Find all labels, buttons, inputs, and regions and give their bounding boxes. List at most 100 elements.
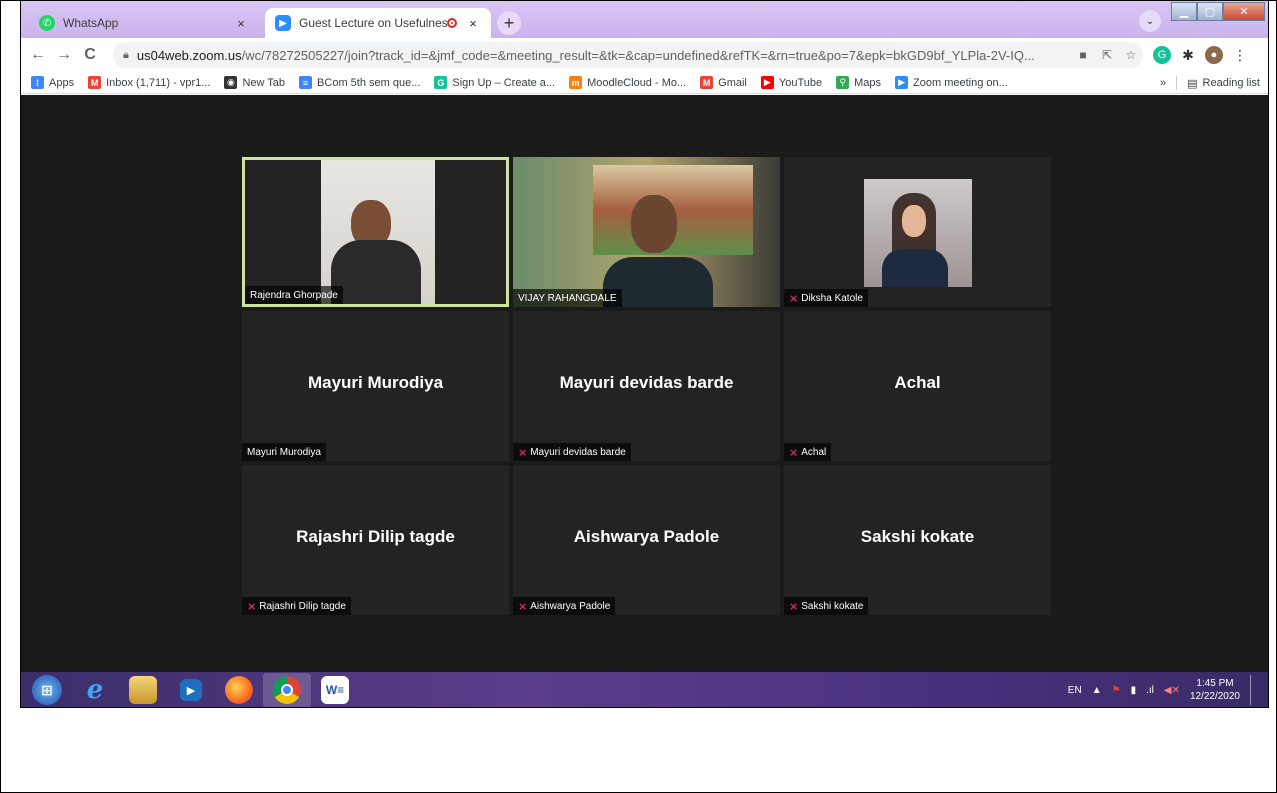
- participant-name-tag: ⨯ Diksha Katole: [784, 289, 868, 307]
- participant-tile[interactable]: Mayuri Murodiya Mayuri Murodiya: [242, 311, 509, 461]
- reading-list-icon: ▤: [1187, 77, 1198, 90]
- taskbar-media-player[interactable]: ▶: [167, 673, 215, 707]
- tab-close-icon[interactable]: ×: [233, 16, 249, 31]
- bookmark-star-icon[interactable]: ☆: [1119, 48, 1143, 62]
- bookmark-7[interactable]: ▶ YouTube: [760, 76, 823, 89]
- new-tab-button[interactable]: +: [497, 11, 521, 35]
- participant-tile[interactable]: Rajashri Dilip tagde ⨯ Rajashri Dilip tagd…: [242, 465, 509, 615]
- start-button[interactable]: ⊞: [23, 673, 71, 707]
- bookmark-label: Sign Up – Create a...: [452, 76, 556, 89]
- bookmarks-bar: ⁞ Apps M Inbox (1,711) - vpr1... ◉ New Tab ≡ BC…: [21, 72, 1268, 94]
- forward-icon[interactable]: →: [51, 46, 77, 64]
- clock-time: 1:45 PM: [1196, 678, 1234, 689]
- url-host: us04web.zoom.us: [136, 47, 242, 63]
- participant-name: Diksha Katole: [801, 292, 863, 304]
- bookmark-9[interactable]: ▶ Zoom meeting on...: [895, 76, 1008, 89]
- tab-title: Guest Lecture on Usefulness: [299, 16, 447, 30]
- bookmark-4[interactable]: G Sign Up – Create a...: [434, 76, 555, 89]
- show-desktop-button[interactable]: [1250, 675, 1256, 705]
- start-orb-icon: ⊞: [32, 675, 62, 705]
- tab-zoom-meeting[interactable]: ▶ Guest Lecture on Usefulness ×: [265, 8, 491, 38]
- bookmark-label: YouTube: [778, 76, 823, 89]
- participant-name-tag: VIJAY RAHANGDALE: [513, 289, 622, 307]
- participant-display-name: Sakshi kokate: [860, 527, 975, 546]
- tab-close-icon[interactable]: ×: [465, 16, 481, 31]
- volume-muted-icon[interactable]: ◀✕: [1164, 685, 1180, 696]
- taskbar-ie[interactable]: e: [71, 673, 119, 707]
- mic-muted-icon: ⨯: [518, 446, 528, 459]
- participant-tile[interactable]: ⨯ Diksha Katole: [784, 157, 1051, 307]
- maps-icon: ⚲: [836, 76, 850, 89]
- menu-kebab-icon[interactable]: ⋮: [1231, 46, 1249, 64]
- media-player-icon: ▶: [180, 679, 202, 701]
- mic-muted-icon: ⨯: [247, 600, 257, 613]
- gmail-icon: M: [700, 76, 714, 89]
- word-icon: W≡: [321, 676, 349, 704]
- participant-tile[interactable]: Rajendra Ghorpade: [242, 157, 509, 307]
- participant-tile[interactable]: Mayuri devidas barde ⨯ Mayuri devidas bard…: [513, 311, 780, 461]
- bookmark-8[interactable]: ⚲ Maps: [836, 76, 881, 89]
- bookmark-0[interactable]: ⁞ Apps: [31, 76, 74, 89]
- taskbar-chrome[interactable]: [263, 673, 311, 707]
- maximize-icon[interactable]: ▢: [1197, 2, 1223, 21]
- battery-icon[interactable]: ▮: [1131, 685, 1137, 696]
- participant-tile[interactable]: Sakshi kokate ⨯ Sakshi kokate: [784, 465, 1051, 615]
- participant-display-name: Aishwarya Padole: [573, 527, 720, 546]
- reading-list-button[interactable]: Reading list: [1203, 77, 1260, 89]
- gmail-icon: M: [88, 76, 102, 89]
- camera-icon[interactable]: ■: [1071, 48, 1095, 62]
- bookmarks-overflow-icon[interactable]: »: [1160, 77, 1166, 89]
- system-tray: EN ▲ ⚑ ▮ .ıl ◀✕ 1:45 PM 12/22/2020: [1068, 672, 1268, 707]
- bookmark-label: Apps: [49, 76, 75, 89]
- participant-name: Mayuri devidas barde: [530, 446, 626, 458]
- whatsapp-icon: ✆: [39, 15, 55, 31]
- file-explorer-icon: [129, 676, 157, 704]
- extensions-puzzle-icon[interactable]: ✱: [1179, 46, 1197, 64]
- taskbar-firefox[interactable]: [215, 673, 263, 707]
- tab-whatsapp[interactable]: ✆ WhatsApp ×: [29, 8, 259, 38]
- lock-icon: 🔒︎: [123, 48, 129, 61]
- bookmark-6[interactable]: M Gmail: [700, 76, 747, 89]
- tab-title: WhatsApp: [63, 16, 119, 30]
- avatar[interactable]: ●: [1205, 46, 1223, 64]
- participant-name-tag: ⨯ Sakshi kokate: [784, 597, 869, 615]
- mic-muted-icon: ⨯: [518, 600, 528, 613]
- bookmark-1[interactable]: M Inbox (1,711) - vpr1...: [88, 76, 210, 89]
- url-text: us04web.zoom.us/wc/78272505227/join?trac…: [137, 48, 1071, 63]
- participant-video: [321, 160, 435, 304]
- participant-name-tag: ⨯ Achal: [784, 443, 832, 461]
- windows-taskbar: ⊞ e ▶ W≡ EN ▲ ⚑ ▮ .ıl ◀✕ 1:45 PM 12/22/2…: [21, 672, 1268, 707]
- participant-tile[interactable]: Achal ⨯ Achal: [784, 311, 1051, 461]
- taskbar-word[interactable]: W≡: [311, 673, 359, 707]
- share-icon[interactable]: ⇱: [1095, 48, 1119, 62]
- reload-icon[interactable]: C: [77, 46, 103, 64]
- address-bar[interactable]: 🔒︎ us04web.zoom.us/wc/78272505227/join?t…: [113, 42, 1143, 68]
- participant-display-name: Mayuri Murodiya: [307, 373, 444, 392]
- tab-search-icon[interactable]: ⌄: [1139, 10, 1161, 32]
- close-window-icon[interactable]: ✕: [1223, 2, 1265, 21]
- recording-icon: [447, 18, 457, 28]
- grammarly-icon[interactable]: G: [1153, 46, 1171, 64]
- bookmark-2[interactable]: ◉ New Tab: [224, 76, 285, 89]
- back-icon[interactable]: ←: [25, 46, 51, 64]
- participant-tile[interactable]: VIJAY RAHANGDALE: [513, 157, 780, 307]
- bookmark-5[interactable]: m MoodleCloud - Mo...: [569, 76, 686, 89]
- clock-date: 12/22/2020: [1189, 691, 1240, 702]
- clock[interactable]: 1:45 PM 12/22/2020: [1190, 677, 1240, 703]
- participant-display-name: Achal: [894, 373, 941, 392]
- show-hidden-icons-icon[interactable]: ▲: [1092, 685, 1102, 696]
- zoom-gallery-view: Rajendra Ghorpade VIJAY RAHANGDALE ⨯ Diksha…: [21, 95, 1268, 672]
- network-signal-icon[interactable]: .ıl: [1146, 685, 1154, 696]
- language-indicator[interactable]: EN: [1068, 685, 1082, 696]
- participant-tile[interactable]: Aishwarya Padole ⨯ Aishwarya Padole: [513, 465, 780, 615]
- participant-video: [513, 157, 780, 307]
- taskbar-explorer[interactable]: [119, 673, 167, 707]
- mic-muted-icon: ⨯: [789, 600, 799, 613]
- tab-strip: ✆ WhatsApp × ▶ Guest Lecture on Usefulne…: [21, 0, 1268, 38]
- zoom-icon: ▶: [895, 76, 909, 89]
- firefox-icon: [225, 676, 253, 704]
- bookmark-3[interactable]: ≡ BCom 5th sem que...: [299, 76, 420, 89]
- action-center-flag-icon[interactable]: ⚑: [1112, 685, 1121, 696]
- participant-name: Mayuri Murodiya: [247, 446, 321, 458]
- minimize-icon[interactable]: ▁: [1171, 2, 1197, 21]
